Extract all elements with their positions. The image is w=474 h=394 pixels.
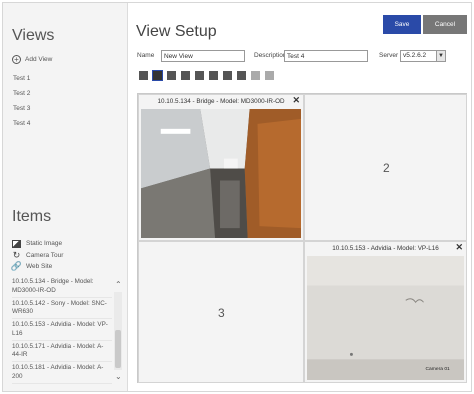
layout-2-plus-8-icon[interactable] [223, 71, 232, 80]
chevron-down-icon: ▼ [436, 51, 445, 61]
camera-tour-icon: ↻ [12, 249, 21, 260]
grid-cell-4[interactable]: 10.10.5.153 - Advidia - Model: VP-L16 ✕ … [304, 241, 467, 383]
server-label: Server [379, 52, 399, 59]
description-label: Description [254, 52, 287, 59]
plus-circle-icon: + [12, 55, 21, 64]
add-view-button[interactable]: + Add View [12, 55, 52, 64]
layout-1-plus-7-icon[interactable] [209, 71, 218, 80]
camera-list-item[interactable]: 10.10.5.171 - Advidia - Model: A-44-IR [12, 341, 112, 362]
item-camera-tour[interactable]: ↻ Camera Tour [12, 249, 64, 262]
chevron-up-icon[interactable]: ⌃ [115, 280, 122, 289]
layout-4x4-icon[interactable] [181, 71, 190, 80]
link-icon: 🔗 [10, 261, 23, 271]
view-item[interactable]: Test 3 [13, 101, 30, 116]
camera-feed-image: Camera 01 [307, 256, 464, 380]
camera-list-item[interactable]: 10.10.5.181 - Advidia - Model: A-200 [12, 362, 112, 384]
layout-1x1-icon[interactable] [139, 71, 148, 80]
camera-title: 10.10.5.153 - Advidia - Model: VP-L16 [332, 245, 439, 252]
camera-list-item[interactable]: 10.10.5.142 - Sony - Model: SNC-WR630 [12, 298, 112, 319]
chevron-down-icon[interactable]: ⌄ [115, 372, 122, 381]
sidebar: Views + Add View Test 1 Test 2 Test 3 Te… [3, 3, 128, 391]
grid-cell-2[interactable]: 2 [304, 94, 467, 241]
close-icon[interactable]: ✕ [292, 95, 300, 106]
item-type-label: Web Site [26, 263, 53, 270]
views-title: Views [12, 27, 55, 44]
scrollbar-thumb[interactable] [115, 330, 121, 368]
layout-2x2-icon[interactable] [152, 70, 163, 81]
camera-list-item[interactable]: 10.10.5.134 - Bridge - Model: MD3000-IR-… [12, 276, 112, 298]
camera-title: 10.10.5.134 - Bridge - Model: MD3000-IR-… [157, 98, 285, 105]
grid-cell-1[interactable]: 10.10.5.134 - Bridge - Model: MD3000-IR-… [138, 94, 304, 241]
view-item[interactable]: Test 4 [13, 116, 30, 131]
view-item[interactable]: Test 2 [13, 86, 30, 101]
layout-1-plus-12-icon[interactable] [237, 71, 246, 80]
layout-1-plus-5-icon[interactable] [195, 71, 204, 80]
view-list: Test 1 Test 2 Test 3 Test 4 [13, 71, 30, 131]
item-type-label: Static Image [26, 240, 63, 247]
close-icon[interactable]: ✕ [455, 242, 463, 253]
item-web-site[interactable]: 🔗 Web Site [10, 261, 63, 273]
image-icon [12, 239, 21, 248]
camera-list: 10.10.5.134 - Bridge - Model: MD3000-IR-… [12, 276, 112, 384]
name-label: Name [137, 52, 155, 59]
view-item[interactable]: Test 1 [13, 71, 30, 86]
item-type-list: Static Image ↻ Camera Tour 🔗 Web Site [10, 238, 64, 273]
save-button[interactable]: Save [383, 15, 421, 34]
item-type-label: Camera Tour [26, 251, 64, 259]
grid-cell-3[interactable]: 3 [138, 241, 304, 383]
layout-5x5-icon[interactable] [251, 71, 260, 80]
items-title: Items [12, 208, 52, 225]
add-view-label: Add View [25, 56, 53, 63]
description-field[interactable] [284, 50, 368, 62]
camera-list-item[interactable]: 10.10.5.153 - Advidia - Model: VP-L16 [12, 319, 112, 341]
cell-number: 2 [383, 161, 390, 175]
camera-overlay-label: Camera 01 [425, 366, 450, 372]
layout-6x6-icon[interactable] [265, 71, 274, 80]
page-title: View Setup [136, 23, 217, 40]
cancel-button[interactable]: Cancel [423, 15, 467, 34]
server-select[interactable]: v5.2.6.2 ▼ [400, 50, 446, 62]
view-grid: 10.10.5.134 - Bridge - Model: MD3000-IR-… [137, 93, 467, 383]
layout-selector [139, 70, 274, 81]
name-field[interactable] [161, 50, 245, 62]
cell-number: 3 [218, 306, 225, 320]
layout-3x3-icon[interactable] [167, 71, 176, 80]
item-static-image[interactable]: Static Image [12, 238, 63, 250]
camera-feed-image [141, 109, 301, 238]
server-value: v5.2.6.2 [403, 52, 427, 59]
